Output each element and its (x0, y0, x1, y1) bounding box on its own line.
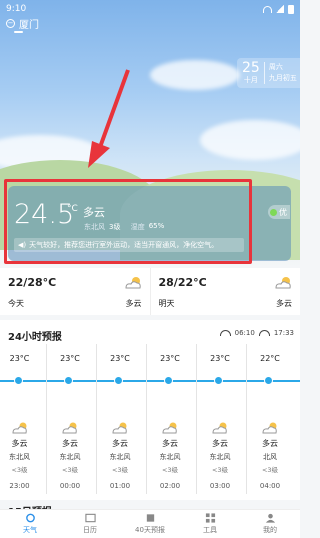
partly-cloudy-icon (62, 422, 77, 434)
hour-condition: 多云 (62, 439, 78, 448)
weather-icon (25, 513, 35, 523)
partly-cloudy-icon (124, 277, 141, 289)
sunset-icon (258, 330, 270, 336)
temperature-dot (14, 376, 23, 385)
hour-time: 00:00 (59, 482, 81, 490)
today-temp-range: 22/28°C (8, 276, 57, 289)
forecast-icon (146, 514, 154, 522)
nav-tools-label: 工具 (203, 526, 217, 534)
sun-times: 06:10 17:33 (219, 329, 294, 337)
hour-temp: 22°C (260, 354, 280, 363)
partly-cloudy-icon (162, 422, 177, 434)
nav-40day-label: 40天预报 (135, 526, 165, 534)
hour-temp: 23°C (9, 354, 30, 363)
today-summary[interactable]: 22/28°C 今天 多云 (0, 268, 150, 315)
tomorrow-condition: 多云 (276, 299, 292, 308)
hour-column: 23°C 多云东北风 <3级 01:00 (96, 344, 143, 494)
hour-time: 03:00 (209, 482, 231, 490)
hour-condition: 多云 (112, 439, 128, 448)
hour-temp: 23°C (160, 354, 180, 363)
partly-cloudy-icon (112, 422, 127, 434)
hour-time: 04:00 (259, 482, 281, 490)
hour-column: 23°C 多云东北风 <3级 23:00 (0, 344, 43, 494)
hour-wind: 东北风 (159, 453, 181, 461)
hour-wind: 北风 (263, 453, 277, 461)
hourly-title: 24小时预报 (8, 332, 62, 343)
hour-column: 23°C 多云东北风 <3级 02:00 (146, 344, 193, 494)
hour-time: 02:00 (159, 482, 181, 490)
temperature-dot (164, 376, 173, 385)
hourly-forecast: 24小时预报 06:10 17:33 23°C 多云 东北风 <3级 23:00 23°C… (0, 320, 300, 500)
day-summary: 22/28°C 今天 多云 28/22°C 明天 多云 (0, 268, 300, 315)
hour-time: 23:00 (9, 482, 30, 490)
nav-calendar[interactable]: 日历 (60, 510, 120, 538)
temperature-dot (264, 376, 273, 385)
nav-40day[interactable]: 40天预报 (120, 510, 180, 538)
aqi-leaf-icon (270, 208, 277, 216)
hour-wind-level: <3级 (111, 466, 129, 474)
tomorrow-label: 明天 (158, 299, 175, 308)
hour-wind: 东北风 (109, 453, 131, 461)
hour-condition: 多云 (162, 439, 178, 448)
hour-time: 01:00 (109, 482, 131, 490)
hour-column: 23°C 多云东北风 <3级 03:00 (196, 344, 243, 494)
today-condition: 多云 (125, 299, 142, 308)
calendar-icon (84, 513, 96, 523)
hour-temp: 23°C (60, 354, 80, 363)
sunrise-time: 06:10 (234, 329, 255, 337)
profile-icon (265, 513, 275, 523)
tomorrow-temp-range: 28/22°C (158, 276, 207, 289)
hour-condition: 多云 (262, 439, 278, 448)
hour-column: 22°C 多云北风 <3级 04:00 (246, 344, 293, 494)
aqi-text: 优 (279, 207, 287, 217)
bottom-navigation: 天气 日历 40天预报 工具 我的 (0, 509, 300, 538)
hour-wind: 东北风 (9, 453, 30, 461)
sunrise-icon (219, 330, 231, 336)
sunset-time: 17:33 (273, 329, 294, 337)
partly-cloudy-icon (262, 422, 277, 434)
nav-weather[interactable]: 天气 (0, 510, 60, 538)
hour-temp: 23°C (110, 354, 130, 363)
hour-wind: 东北风 (59, 453, 81, 461)
nav-profile-label: 我的 (263, 526, 277, 534)
hour-wind-level: <3级 (161, 466, 179, 474)
temperature-dot (214, 376, 223, 385)
hour-condition: 多云 (11, 439, 28, 448)
nav-calendar-label: 日历 (83, 526, 97, 534)
temperature-dot (64, 376, 73, 385)
partly-cloudy-icon (11, 422, 27, 434)
today-label: 今天 (8, 299, 24, 308)
partly-cloudy-icon (212, 422, 227, 434)
temperature-dot (114, 376, 123, 385)
hour-condition: 多云 (212, 439, 228, 448)
hour-wind-level: <3级 (261, 466, 279, 474)
annotation-arrow (88, 69, 130, 168)
aqi-badge[interactable]: 优 (268, 205, 290, 219)
highlight-box (4, 179, 252, 264)
nav-profile[interactable]: 我的 (240, 510, 300, 538)
tools-icon (205, 513, 215, 523)
hour-wind: 东北风 (209, 453, 231, 461)
hour-temp: 23°C (210, 354, 230, 363)
nav-tools[interactable]: 工具 (180, 510, 240, 538)
tomorrow-summary[interactable]: 28/22°C 明天 多云 (149, 268, 301, 315)
hour-wind-level: <3级 (61, 466, 79, 474)
hour-wind-level: <3级 (11, 466, 28, 474)
partly-cloudy-icon (275, 277, 291, 289)
nav-weather-label: 天气 (23, 526, 37, 534)
hour-column: 23°C 多云东北风 <3级 00:00 (46, 344, 93, 494)
hour-wind-level: <3级 (211, 466, 229, 474)
